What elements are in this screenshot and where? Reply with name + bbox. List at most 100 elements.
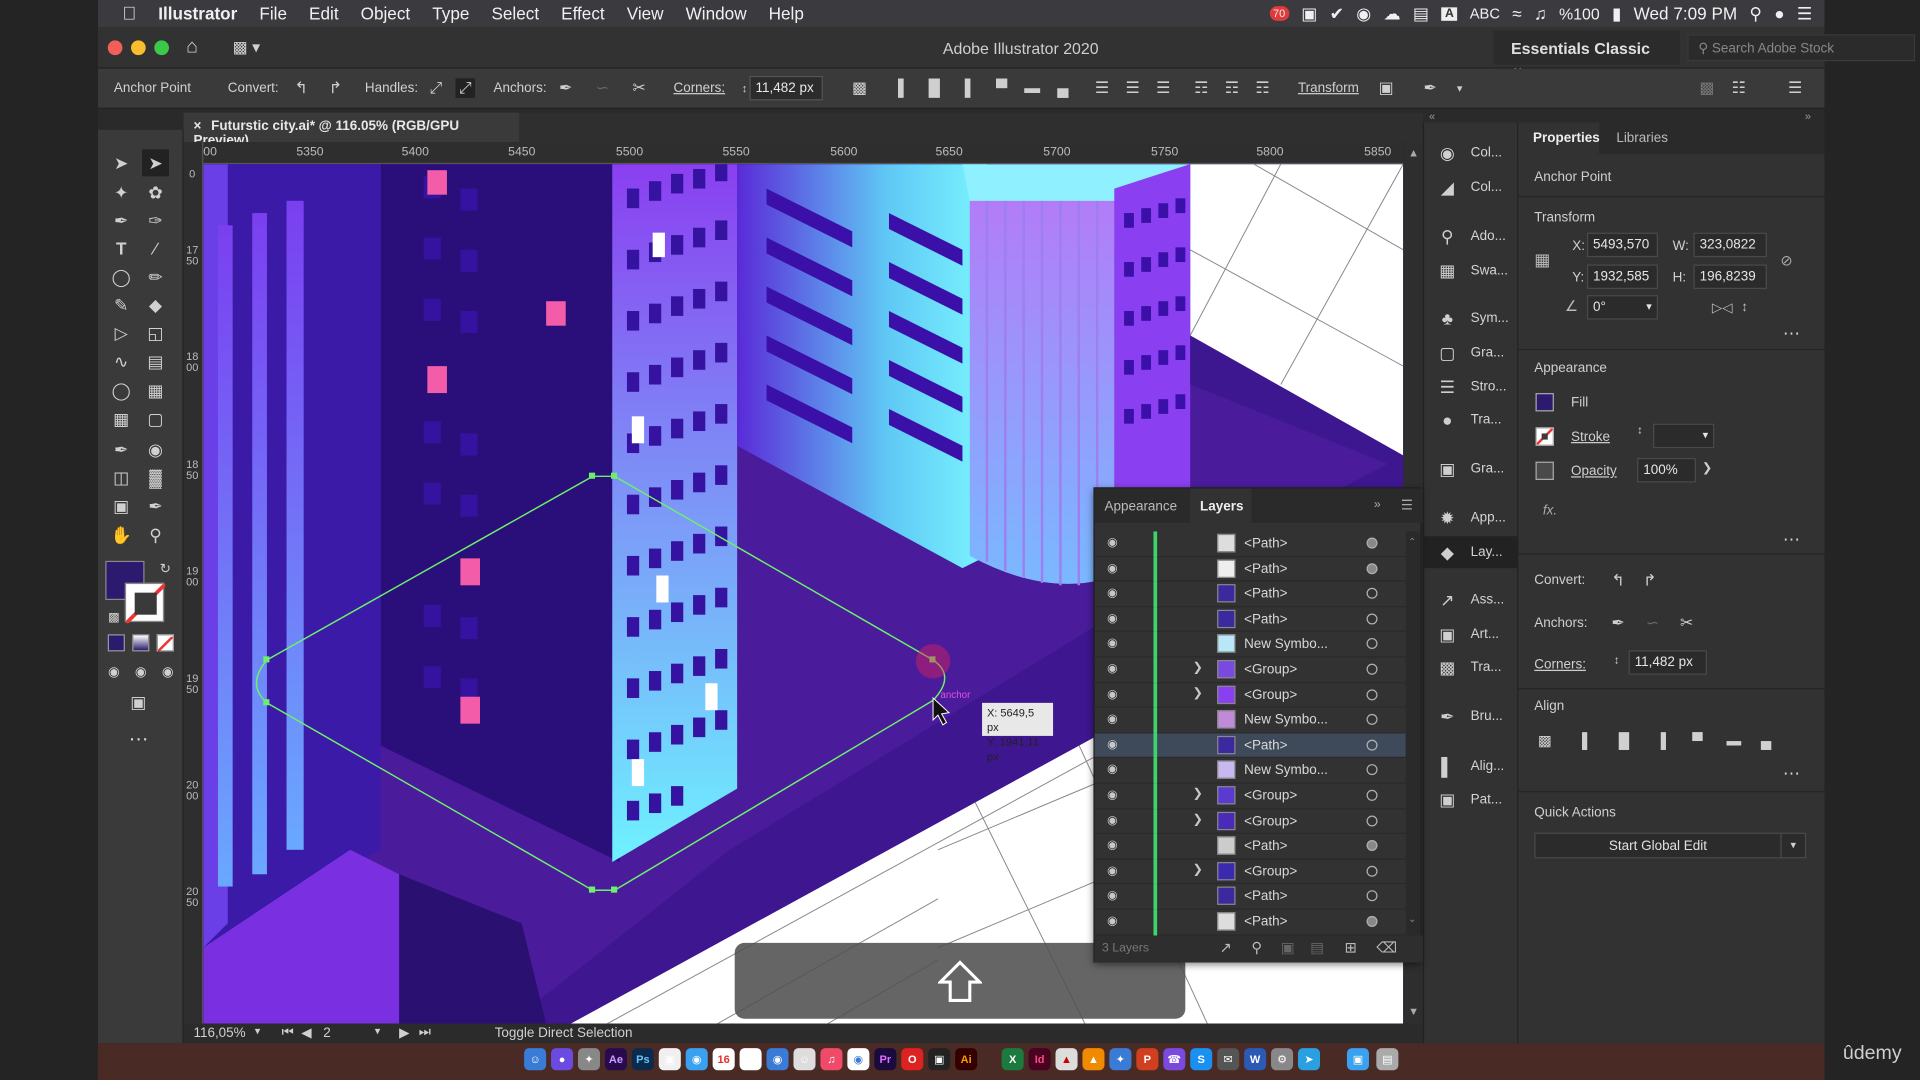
distribute-left-icon[interactable]: ☶	[1191, 78, 1211, 98]
hand-tool-icon[interactable]: ✋	[108, 522, 135, 549]
eraser-tool-icon[interactable]: ◆	[142, 291, 169, 318]
acrobat-icon[interactable]: ▲	[1055, 1048, 1078, 1071]
stroke-swatch[interactable]	[124, 582, 167, 625]
layer-name[interactable]: New Symbo...	[1244, 763, 1328, 778]
close-tab-icon[interactable]: ×	[193, 119, 201, 134]
folder-icon[interactable]: ▣	[1346, 1048, 1369, 1071]
selection-tool-icon[interactable]: ➤	[108, 149, 135, 176]
settings-icon[interactable]: ⚙	[1271, 1048, 1294, 1071]
layer-name[interactable]: <Path>	[1244, 562, 1287, 577]
corner-radius-field[interactable]: 11,482 px	[749, 75, 823, 101]
target-circle-icon[interactable]	[1366, 915, 1378, 927]
layer-row[interactable]: ◉ ❯ <Group>	[1094, 859, 1406, 885]
free-transform-tool-icon[interactable]: ▤	[142, 348, 169, 375]
line-tool-icon[interactable]: ∕	[142, 235, 169, 262]
fx-button[interactable]: fx.	[1543, 503, 1557, 518]
target-circle-icon[interactable]	[1366, 815, 1378, 827]
perspective-grid-tool-icon[interactable]: ▦	[142, 377, 169, 404]
opera-icon[interactable]: O	[901, 1048, 924, 1071]
connect-anchor-icon[interactable]: ∽	[593, 78, 613, 98]
layer-name[interactable]: <Path>	[1244, 612, 1287, 627]
skype-icon[interactable]: S	[1190, 1048, 1213, 1071]
cut-path-icon[interactable]: ✂	[1680, 613, 1693, 633]
corner-stepper-icon[interactable]: ↕	[1614, 654, 1620, 666]
menu-object[interactable]: Object	[350, 4, 422, 24]
artboard-tool-icon[interactable]: ▣	[108, 492, 135, 519]
visibility-eye-icon[interactable]: ◉	[1107, 536, 1118, 549]
align-center-v-icon[interactable]: ▬	[1022, 78, 1042, 98]
panel-brushes[interactable]: ✒ Bru...	[1424, 700, 1520, 732]
hide-handles-icon[interactable]: ⤢	[455, 78, 476, 98]
app-menu[interactable]: Illustrator	[147, 4, 248, 24]
minimize-window-button[interactable]	[131, 40, 146, 56]
panel-transparency[interactable]: ● Tra...	[1424, 404, 1520, 436]
telegram-icon[interactable]: ➤	[1297, 1048, 1321, 1071]
flip-horizontal-icon[interactable]: ▷◁	[1712, 300, 1733, 316]
more-options-icon[interactable]: ⋯	[1783, 529, 1800, 550]
visibility-eye-icon[interactable]: ◉	[1107, 587, 1118, 600]
camera-icon[interactable]: ▣	[1301, 3, 1317, 24]
layer-name[interactable]: <Path>	[1244, 587, 1287, 602]
clock[interactable]: Wed 7:09 PM	[1634, 4, 1738, 24]
expand-arrow-icon[interactable]: ❯	[1193, 863, 1203, 876]
target-circle-icon[interactable]	[1366, 562, 1378, 574]
layer-row[interactable]: ◉ <Path>	[1094, 909, 1406, 936]
layer-row[interactable]: ◉ <Path>	[1094, 834, 1406, 860]
wifi-icon[interactable]: ≈	[1512, 4, 1521, 24]
gradient-tool-icon[interactable]: ▢	[142, 405, 169, 432]
trash-icon[interactable]: ▤	[1376, 1048, 1399, 1071]
align-right-icon[interactable]: ▐	[1656, 732, 1666, 749]
panel-artboards[interactable]: ▣ Art...	[1424, 618, 1520, 650]
corners-label[interactable]: Corners:	[673, 81, 725, 96]
align-top-icon[interactable]: ▀	[1692, 732, 1702, 749]
expand-arrow-icon[interactable]: ❯	[1193, 661, 1203, 674]
input-a-icon[interactable]: A	[1441, 6, 1458, 21]
collapse-icon[interactable]: »	[1805, 110, 1811, 122]
visibility-eye-icon[interactable]: ◉	[1107, 864, 1118, 877]
visibility-eye-icon[interactable]: ◉	[1107, 763, 1118, 776]
visibility-eye-icon[interactable]: ◉	[1107, 688, 1118, 701]
curvature-tool-icon[interactable]: ✑	[142, 207, 169, 234]
target-circle-icon[interactable]	[1366, 890, 1378, 902]
artboard-number[interactable]: 2	[323, 1026, 331, 1041]
menu-view[interactable]: View	[616, 4, 675, 24]
layer-row[interactable]: ◉ New Symbo...	[1094, 707, 1406, 734]
height-field[interactable]: 196,8239	[1693, 264, 1767, 289]
layer-row[interactable]: ◉ ❯ <Group>	[1094, 783, 1406, 809]
shape-builder-tool-icon[interactable]: ◯	[108, 377, 135, 404]
premiere-icon[interactable]: Pr	[874, 1048, 897, 1071]
scroll-up-icon[interactable]: ⌃	[1408, 536, 1416, 547]
menu-select[interactable]: Select	[480, 4, 550, 24]
target-circle-icon[interactable]	[1366, 789, 1378, 801]
control-menu-icon[interactable]: ☰	[1785, 78, 1805, 98]
target-circle-icon[interactable]	[1366, 613, 1378, 625]
layer-name[interactable]: <Group>	[1244, 688, 1297, 703]
contacts-icon[interactable]: ☺	[793, 1048, 816, 1071]
first-artboard-icon[interactable]: ⏮	[282, 1025, 294, 1041]
stroke-label[interactable]: Stroke	[1571, 430, 1610, 445]
target-circle-icon[interactable]	[1366, 638, 1378, 650]
isolate-icon[interactable]: ▣	[1376, 78, 1396, 98]
panel-options-icon[interactable]: ☷	[1729, 78, 1749, 98]
symbol-sprayer-tool-icon[interactable]: ◫	[108, 464, 135, 491]
width-field[interactable]: 323,0822	[1693, 232, 1767, 258]
edit-toolbar-icon[interactable]: ⋯	[125, 727, 152, 754]
powerpoint-icon[interactable]: P	[1136, 1048, 1159, 1071]
input-source[interactable]: ABC	[1470, 5, 1500, 22]
layer-row[interactable]: ◉ <Path>	[1094, 556, 1406, 582]
tab-properties[interactable]: Properties	[1518, 122, 1600, 155]
paintbrush-tool-icon[interactable]: ✏	[142, 263, 169, 290]
distribute-center-icon[interactable]: ☰	[1123, 78, 1143, 98]
expand-arrow-icon[interactable]: ❯	[1193, 813, 1203, 826]
puppet-warp-icon[interactable]: ✒	[1420, 78, 1440, 98]
panel-swatches[interactable]: ▦ Swa...	[1424, 255, 1520, 287]
photoshop-icon[interactable]: Ps	[631, 1048, 654, 1071]
scroll-down-icon[interactable]: ▼	[1408, 1005, 1419, 1017]
opacity-label[interactable]: Opacity	[1571, 464, 1617, 479]
app-store-icon[interactable]: ✦	[1109, 1048, 1132, 1071]
check-icon[interactable]: ✔	[1330, 3, 1344, 24]
menu-window[interactable]: Window	[675, 4, 758, 24]
battery-icon[interactable]: ▮	[1612, 3, 1621, 24]
distribute-right-icon[interactable]: ☶	[1253, 78, 1273, 98]
show-handles-icon[interactable]: ⤢	[426, 78, 446, 98]
